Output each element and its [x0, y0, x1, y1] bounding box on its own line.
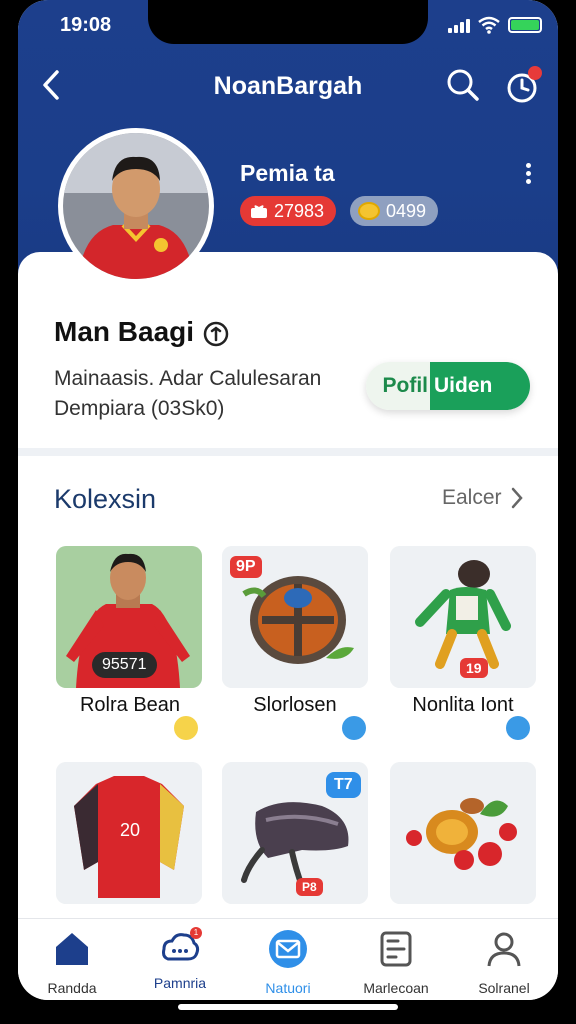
nav-item-messages[interactable]: Natuori: [234, 929, 342, 996]
coins-badge[interactable]: 0499: [350, 196, 439, 226]
nav-badge: 1: [190, 927, 202, 939]
verified-icon: [203, 321, 229, 347]
cloud-notification-icon: 1: [160, 927, 202, 969]
collection-item-2[interactable]: 9P: [222, 546, 368, 688]
profile-icon: [487, 932, 521, 967]
collection-title: Kolexsin: [54, 484, 157, 514]
search-icon[interactable]: [446, 68, 480, 102]
food-platter-image: [390, 762, 536, 904]
status-time: 19:08: [60, 14, 112, 36]
user-title: Man Baagi: [54, 316, 195, 347]
item-tag: 9P: [230, 556, 262, 578]
item-label: Rolra Bean: [79, 694, 181, 716]
home-indicator[interactable]: [178, 1004, 398, 1010]
chevron-right-icon: [511, 487, 523, 509]
wifi-icon: [478, 16, 500, 34]
description-line-2: Dempiara (03Sk0): [54, 397, 225, 420]
nav-label: Marlecoan: [363, 980, 429, 996]
status-icons: [448, 16, 542, 34]
notification-button[interactable]: [504, 66, 544, 106]
user-description: Mainaasis. Adar Calulesaran Dempiara (03…: [54, 364, 354, 424]
notification-badge: [528, 66, 542, 80]
profile-update-button[interactable]: Pofil Uiden: [366, 362, 530, 410]
coin-icon: [174, 716, 198, 740]
collection-item-3[interactable]: 19: [390, 546, 536, 688]
nav-label: Solranel: [478, 980, 530, 996]
nav-label: Natuori: [265, 980, 311, 996]
item-label: Slorlosen: [253, 694, 337, 716]
item-tag: T7: [326, 772, 361, 798]
points-value: 27983: [274, 200, 325, 221]
nav-label: Pamnria: [153, 975, 207, 991]
avatar[interactable]: [58, 128, 214, 284]
home-icon: [56, 933, 88, 965]
more-options-icon[interactable]: [518, 160, 538, 190]
nav-item-profile[interactable]: Solranel: [450, 929, 558, 996]
document-icon: [380, 931, 412, 967]
mail-icon: [269, 930, 307, 968]
nav-label: Randda: [47, 980, 97, 996]
item-tag: 19: [460, 658, 488, 678]
nav-item-home[interactable]: Randda: [18, 929, 126, 996]
profile-name: Pemia ta: [240, 160, 335, 186]
coin-icon: [342, 716, 366, 740]
collection-item-6[interactable]: [390, 762, 536, 904]
nav-item-documents[interactable]: Marlecoan: [342, 929, 450, 996]
description-line-1: Mainaasis. Adar Calulesaran: [54, 367, 322, 390]
item-tag-secondary: P8: [296, 878, 323, 896]
battery-icon: [508, 17, 542, 33]
app-screen: 19:08 NoanBargah Pemia ta 27983 0499 Man…: [18, 0, 558, 1000]
gift-icon: [251, 205, 267, 218]
device-notch: [148, 0, 428, 44]
profile-button-right: Uiden: [430, 362, 530, 410]
points-badge[interactable]: 27983: [240, 196, 337, 226]
nav-item-notifications[interactable]: 1 Pamnria: [126, 927, 234, 991]
profile-button-left: Pofil: [366, 362, 430, 410]
player-photo: [63, 133, 209, 279]
coins-value: 0499: [386, 200, 427, 221]
item-label: Nonlita Iont: [412, 694, 514, 716]
collection-item-1[interactable]: 95571: [56, 546, 202, 688]
see-all-label: Ealcer: [442, 486, 502, 509]
item-tag: 95571: [92, 652, 157, 678]
jersey-image: 20: [56, 762, 202, 904]
bottom-navigation: Randda 1 Pamnria Natuori Marlecoan Solra…: [18, 918, 558, 1000]
collection-item-5[interactable]: T7 P8: [222, 762, 368, 904]
phone-frame: 19:08 NoanBargah Pemia ta 27983 0499 Man…: [0, 0, 576, 1024]
coin-icon: [506, 716, 530, 740]
coin-icon: [358, 202, 380, 220]
see-all-link[interactable]: Ealcer: [442, 486, 524, 510]
svg-text:20: 20: [120, 820, 140, 840]
collection-item-4[interactable]: 20: [56, 762, 202, 904]
signal-icon: [448, 17, 470, 33]
user-info-card: Man Baagi Mainaasis. Adar Calulesaran De…: [18, 252, 558, 448]
